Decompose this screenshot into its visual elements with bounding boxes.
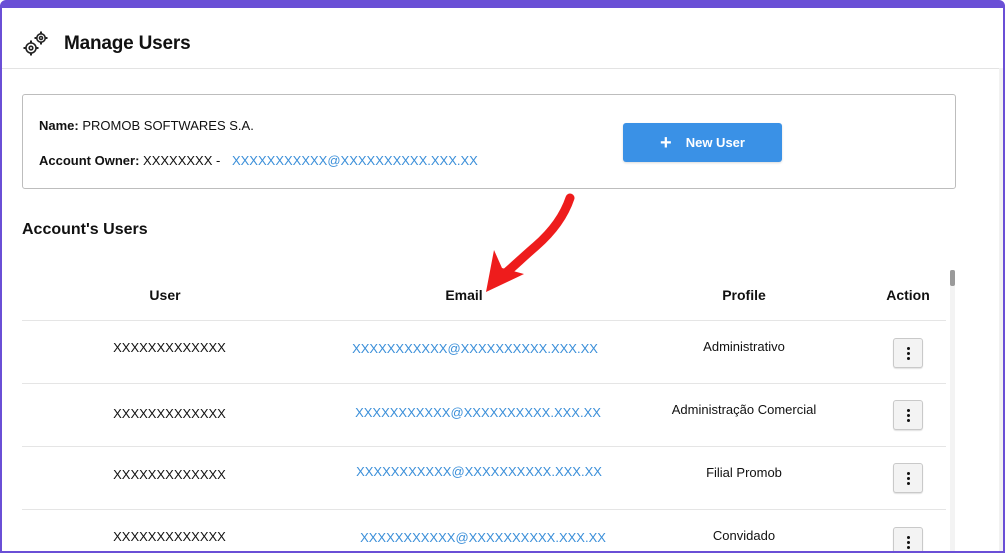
page-right-edge <box>999 68 1003 551</box>
account-name-value: PROMOB SOFTWARES S.A. <box>82 118 254 133</box>
user-cell: XXXXXXXXXXXXX <box>113 529 226 544</box>
row-action-menu-button[interactable] <box>893 527 923 551</box>
table-row: XXXXXXXXXXXXX XXXXXXXXXXX@XXXXXXXXXX.XXX… <box>22 447 946 510</box>
header-divider <box>2 68 1003 69</box>
users-table: User Email Profile Action XXXXXXXXXXXXX … <box>22 270 946 551</box>
column-header-action: Action <box>886 287 930 303</box>
profile-cell: Administrativo <box>703 339 785 354</box>
table-row: XXXXXXXXXXXXX XXXXXXXXXXX@XXXXXXXXXX.XXX… <box>22 321 946 384</box>
row-action-menu-button[interactable] <box>893 463 923 493</box>
email-link[interactable]: XXXXXXXXXXX@XXXXXXXXXX.XXX.XX <box>328 405 628 420</box>
window-frame: Manage Users Name: PROMOB SOFTWARES S.A.… <box>0 0 1005 553</box>
kebab-dot <box>906 413 910 417</box>
profile-cell: Administração Comercial <box>671 402 817 417</box>
column-header-profile: Profile <box>722 287 766 303</box>
new-user-button-label: New User <box>685 135 745 150</box>
account-owner-row: Account Owner: XXXXXXXX - XXXXXXXXXXX@XX… <box>39 153 478 168</box>
profile-cell: Convidado <box>712 528 776 543</box>
section-title: Account's Users <box>22 221 148 238</box>
gears-icon <box>23 31 48 56</box>
kebab-dot <box>906 351 910 355</box>
kebab-dot <box>906 481 910 485</box>
row-action-menu-button[interactable] <box>893 400 923 430</box>
scrollbar-thumb[interactable] <box>950 270 955 286</box>
account-name-label: Name: <box>39 118 79 133</box>
annotation-arrow-icon <box>486 193 575 292</box>
profile-cell: Filial Promob <box>706 465 782 480</box>
table-row: XXXXXXXXXXXXX XXXXXXXXXXX@XXXXXXXXXX.XXX… <box>22 384 946 447</box>
kebab-dot <box>906 346 910 350</box>
kebab-dot <box>906 471 910 475</box>
new-user-button[interactable]: + New User <box>623 123 782 162</box>
vertical-scrollbar[interactable] <box>950 270 955 551</box>
page-header: Manage Users <box>22 28 191 60</box>
kebab-dot <box>906 418 910 422</box>
kebab-dot <box>906 408 910 412</box>
email-link[interactable]: XXXXXXXXXXX@XXXXXXXXXX.XXX.XX <box>329 464 629 479</box>
kebab-dot <box>906 545 910 549</box>
page-title: Manage Users <box>64 33 191 54</box>
user-cell: XXXXXXXXXXXXX <box>113 406 226 421</box>
email-link[interactable]: XXXXXXXXXXX@XXXXXXXXXX.XXX.XX <box>333 530 633 545</box>
plus-icon: + <box>660 131 672 154</box>
account-owner-value: XXXXXXXX - <box>143 153 221 168</box>
user-cell: XXXXXXXXXXXXX <box>113 467 226 482</box>
account-name-row: Name: PROMOB SOFTWARES S.A. <box>39 118 254 133</box>
account-owner-label: Account Owner: <box>39 153 140 168</box>
user-cell: XXXXXXXXXXXXX <box>113 340 226 355</box>
table-row: XXXXXXXXXXXXX XXXXXXXXXXX@XXXXXXXXXX.XXX… <box>22 510 946 551</box>
column-header-user: User <box>149 287 181 303</box>
account-owner-email-link[interactable]: XXXXXXXXXXX@XXXXXXXXXX.XXX.XX <box>232 153 478 168</box>
kebab-dot <box>906 540 910 544</box>
account-info-panel: Name: PROMOB SOFTWARES S.A. Account Owne… <box>22 94 956 189</box>
kebab-dot <box>906 535 910 539</box>
row-action-menu-button[interactable] <box>893 338 923 368</box>
kebab-dot <box>906 356 910 360</box>
email-link[interactable]: XXXXXXXXXXX@XXXXXXXXXX.XXX.XX <box>325 341 625 356</box>
kebab-dot <box>906 476 910 480</box>
